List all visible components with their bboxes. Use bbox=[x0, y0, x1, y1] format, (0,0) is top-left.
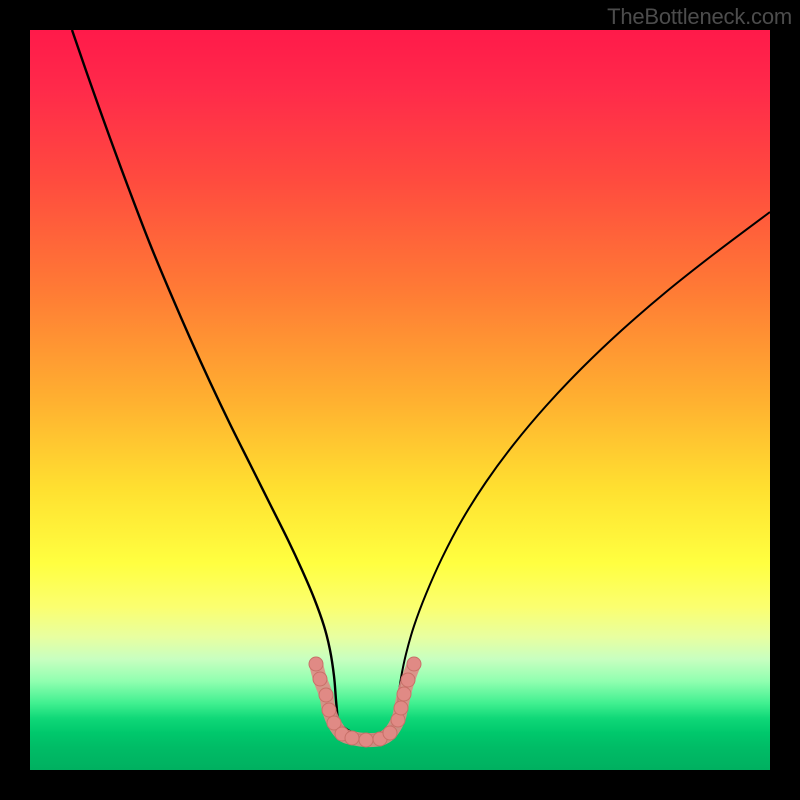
tick-marker bbox=[401, 673, 415, 687]
bottleneck-curves bbox=[72, 30, 770, 735]
tick-marker bbox=[407, 657, 421, 671]
tick-marker bbox=[309, 657, 323, 671]
tick-marker bbox=[383, 726, 397, 740]
tick-marker bbox=[394, 701, 408, 715]
tick-marker bbox=[345, 731, 359, 745]
tick-marker bbox=[313, 672, 327, 686]
bottom-markers bbox=[309, 657, 421, 747]
curve-svg bbox=[30, 30, 770, 770]
tick-marker bbox=[359, 733, 373, 747]
tick-marker bbox=[397, 687, 411, 701]
tick-marker bbox=[319, 688, 333, 702]
right-curve bbox=[396, 212, 770, 722]
watermark-text: TheBottleneck.com bbox=[607, 4, 792, 30]
chart-frame bbox=[30, 30, 770, 770]
left-curve bbox=[72, 30, 338, 722]
tick-marker bbox=[322, 703, 336, 717]
